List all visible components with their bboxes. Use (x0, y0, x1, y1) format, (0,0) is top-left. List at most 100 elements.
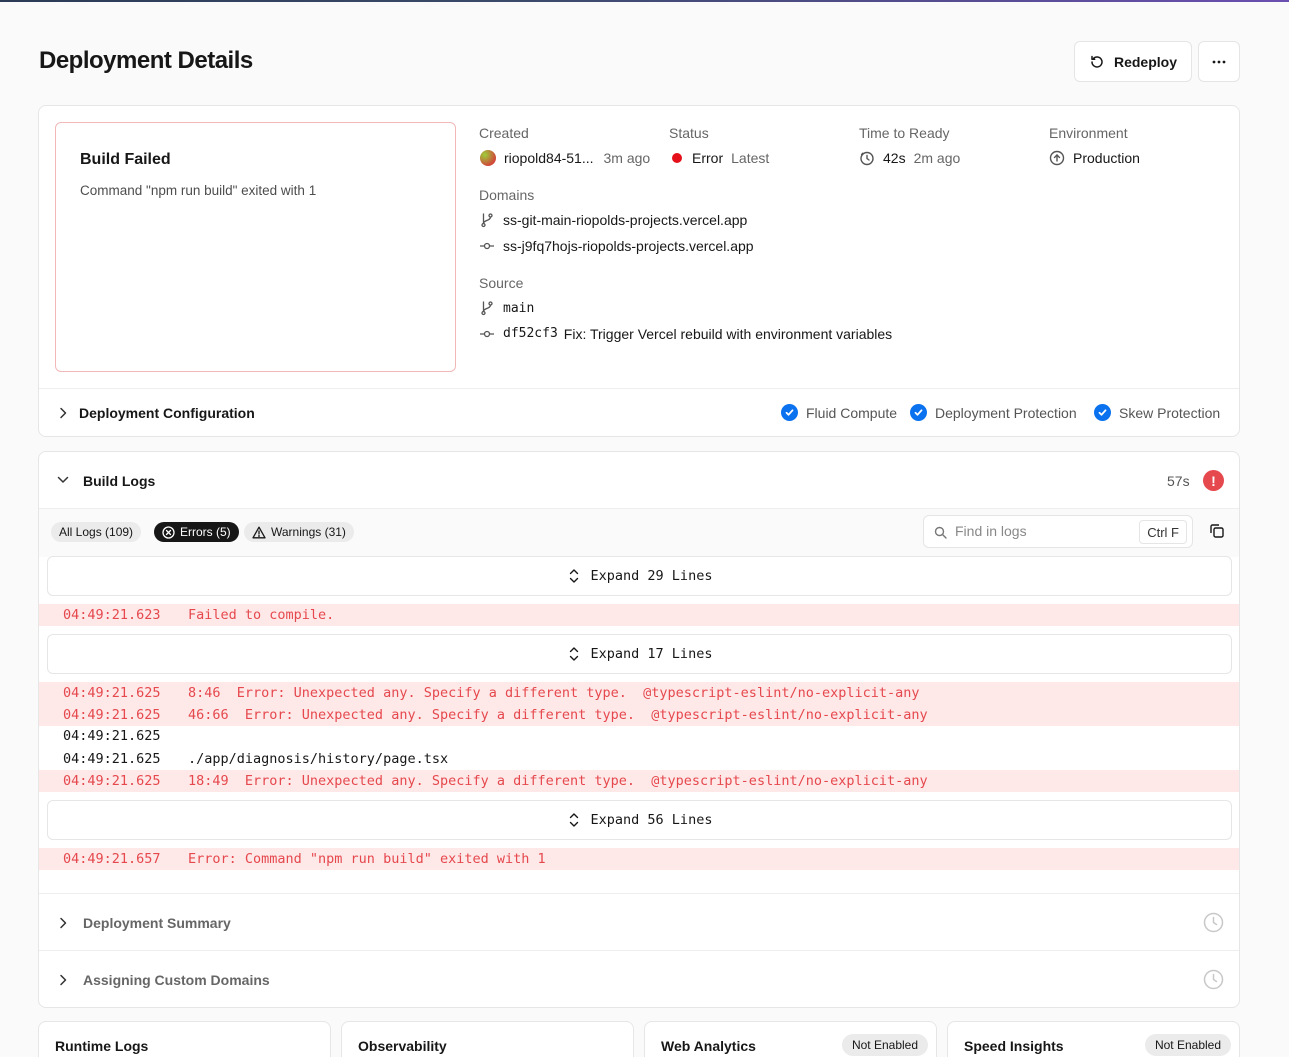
filter-warnings[interactable]: Warnings (31) (244, 522, 354, 542)
log-message: 18:49 Error: Unexpected any. Specify a d… (188, 773, 928, 789)
build-failed-title: Build Failed (80, 151, 171, 168)
expand-label: Expand 56 Lines (590, 812, 713, 828)
redeploy-button[interactable]: Redeploy (1074, 41, 1192, 82)
source-label: Source (479, 275, 524, 291)
shortcut-hint: Ctrl F (1139, 520, 1187, 544)
environment-text: Production (1073, 150, 1140, 166)
feature-skew-protection: Skew Protection (1094, 404, 1220, 421)
web-analytics-card[interactable]: Web Analytics Not Enabled (644, 1021, 937, 1057)
feature-deployment-protection: Deployment Protection (910, 404, 1077, 421)
log-line: 04:49:21.625 ./app/diagnosis/history/pag… (39, 748, 1239, 770)
log-timestamp: 04:49:21.625 (63, 707, 161, 723)
copy-icon[interactable] (1208, 522, 1226, 540)
source-commit-row: df52cf3 Fix: Trigger Vercel rebuild with… (479, 326, 892, 342)
runtime-logs-card[interactable]: Runtime Logs (38, 1021, 331, 1057)
chevrons-up-down-icon (569, 569, 578, 583)
log-line: 04:49:21.623 Failed to compile. (39, 604, 1239, 626)
chevron-down-icon (57, 476, 69, 483)
commit-hash: df52cf3 (503, 326, 558, 341)
ready-ago: 2m ago (913, 150, 961, 166)
observability-card[interactable]: Observability (341, 1021, 634, 1057)
avatar[interactable] (480, 150, 496, 166)
domain-link[interactable]: ss-j9fq7hojs-riopolds-projects.vercel.ap… (503, 238, 754, 254)
source-branch[interactable]: main (503, 301, 534, 316)
status-label: Status (669, 125, 709, 141)
expand-label: Expand 17 Lines (590, 646, 713, 662)
chevrons-up-down-icon (569, 647, 578, 661)
deployment-summary-card: Build Failed Command "npm run build" exi… (38, 105, 1240, 437)
x-circle-icon (162, 525, 175, 539)
feature-fluid-compute: Fluid Compute (781, 404, 897, 421)
error-alert-icon: ! (1203, 470, 1224, 491)
filter-all-logs[interactable]: All Logs (109) (51, 522, 142, 542)
domain-row: ss-j9fq7hojs-riopolds-projects.vercel.ap… (479, 238, 754, 254)
expand-label: Expand 29 Lines (590, 568, 713, 584)
chevron-right-icon (60, 407, 67, 419)
card-title: Observability (358, 1038, 447, 1054)
expand-lines-button[interactable]: Expand 56 Lines (47, 800, 1232, 840)
warning-triangle-icon (252, 526, 266, 538)
feature-label: Fluid Compute (806, 404, 898, 421)
log-message: 46:66 Error: Unexpected any. Specify a d… (188, 707, 928, 723)
git-branch-icon (481, 301, 493, 316)
expand-lines-button[interactable]: Expand 29 Lines (47, 556, 1232, 596)
chevrons-up-down-icon (569, 813, 578, 827)
top-accent-line (0, 0, 1289, 2)
domain-row: ss-git-main-riopolds-projects.vercel.app (479, 212, 747, 228)
redeploy-icon (1091, 55, 1103, 68)
not-enabled-badge: Not Enabled (1144, 1034, 1231, 1056)
chevron-right-icon (60, 974, 67, 986)
build-logs-toggle[interactable]: Build Logs 57s ! (39, 452, 1239, 509)
search-icon (934, 526, 947, 539)
page-title: Deployment Details (39, 47, 253, 74)
chevron-right-icon (60, 917, 67, 929)
more-options-button[interactable] (1198, 41, 1240, 82)
log-timestamp: 04:49:21.623 (63, 607, 161, 623)
section-title: Assigning Custom Domains (83, 972, 270, 988)
filter-label: Warnings (31) (271, 525, 346, 539)
created-author[interactable]: riopold84-51... (504, 150, 594, 166)
speed-insights-card[interactable]: Speed Insights Not Enabled (947, 1021, 1240, 1057)
status-dot-icon (672, 153, 682, 163)
section-title: Deployment Summary (83, 915, 231, 931)
git-branch-icon (481, 213, 493, 228)
commit-link[interactable]: df52cf3 Fix: Trigger Vercel rebuild with… (503, 326, 892, 342)
log-line: 04:49:21.625 18:49 Error: Unexpected any… (39, 770, 1239, 792)
log-message: ./app/diagnosis/history/page.tsx (188, 751, 449, 767)
build-failed-panel: Build Failed Command "npm run build" exi… (55, 122, 456, 372)
logs-toolbar: All Logs (109) Errors (5) Warnings (31) … (39, 509, 1239, 557)
stopwatch-icon (860, 151, 874, 166)
ellipsis-icon (1212, 60, 1226, 63)
build-failed-message: Command "npm run build" exited with 1 (80, 183, 317, 198)
check-circle-icon (781, 404, 798, 421)
domain-link[interactable]: ss-git-main-riopolds-projects.vercel.app (503, 212, 747, 228)
log-search-input[interactable] (955, 523, 1135, 539)
status-value: Error Latest (672, 150, 769, 166)
feature-label: Deployment Protection (935, 404, 1077, 421)
created-value: riopold84-51... 3m ago (480, 150, 650, 166)
environment-label: Environment (1049, 125, 1128, 141)
source-branch-row: main (479, 300, 534, 316)
log-message: 8:46 Error: Unexpected any. Specify a di… (188, 685, 920, 701)
filter-label: Errors (5) (180, 525, 231, 539)
filter-errors[interactable]: Errors (5) (154, 522, 239, 542)
assigning-custom-domains-toggle[interactable]: Assigning Custom Domains (39, 950, 1239, 1007)
filter-label: All Logs (109) (59, 525, 134, 539)
deployment-configuration-toggle[interactable]: Deployment Configuration Fluid Compute D… (39, 388, 1239, 437)
log-timestamp: 04:49:21.625 (63, 685, 161, 701)
log-timestamp: 04:49:21.625 (63, 773, 161, 789)
log-message: Error: Command "npm run build" exited wi… (188, 851, 546, 867)
time-to-ready-label: Time to Ready (859, 125, 950, 141)
arrow-up-circle-icon (1049, 150, 1065, 166)
deployment-summary-toggle[interactable]: Deployment Summary (39, 893, 1239, 950)
status-text: Error (692, 150, 724, 166)
log-line: 04:49:21.625 8:46 Error: Unexpected any.… (39, 682, 1239, 704)
git-commit-icon (480, 242, 494, 250)
check-circle-icon (1094, 404, 1111, 421)
redeploy-label: Redeploy (1113, 53, 1177, 70)
commit-message: Fix: Trigger Vercel rebuild with environ… (563, 326, 893, 342)
status-tag: Latest (731, 150, 770, 166)
expand-lines-button[interactable]: Expand 17 Lines (47, 634, 1232, 674)
created-label: Created (479, 125, 529, 141)
log-timestamp: 04:49:21.657 (63, 851, 161, 867)
